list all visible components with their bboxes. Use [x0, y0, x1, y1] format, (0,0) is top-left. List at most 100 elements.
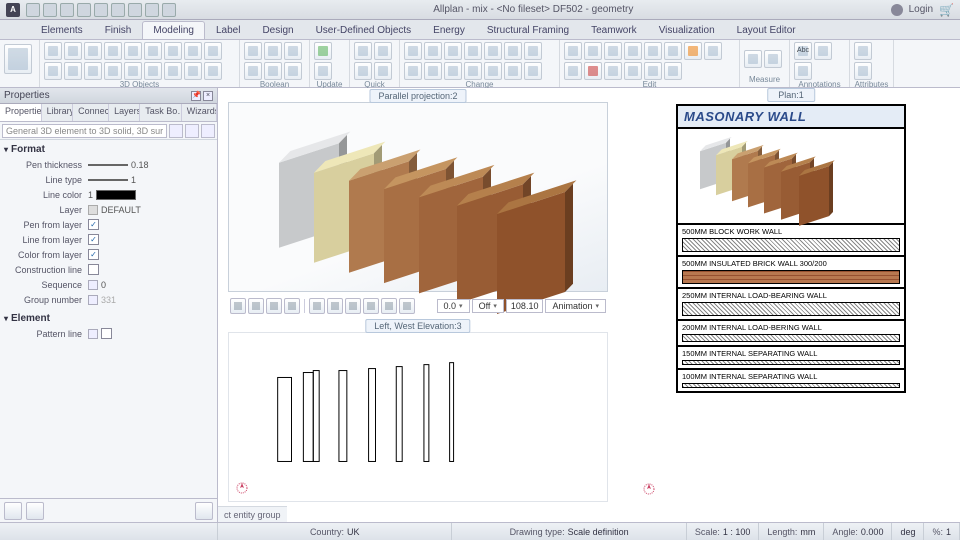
tb-walk-icon[interactable]: [309, 298, 325, 314]
login-link[interactable]: Login: [909, 4, 933, 15]
status-length[interactable]: mm: [800, 527, 815, 537]
user-avatar-icon[interactable]: [891, 4, 903, 16]
qat-new-icon[interactable]: [26, 3, 40, 17]
viewport-elevation-label[interactable]: Left, West Elevation:3: [365, 319, 470, 333]
cart-icon[interactable]: 🛒: [939, 3, 954, 17]
rb-chamfer-icon[interactable]: [504, 62, 522, 80]
rb-align-icon[interactable]: [524, 42, 542, 60]
rb-3dspline-icon[interactable]: [104, 62, 122, 80]
rb-e11-icon[interactable]: [604, 62, 622, 80]
chk-pen-from-layer[interactable]: ✓: [88, 219, 99, 230]
val-line-type[interactable]: 1: [131, 175, 136, 185]
rb-e7-icon[interactable]: [684, 42, 702, 60]
rb-measure-icon[interactable]: [744, 50, 762, 68]
tb-nav-icon[interactable]: [248, 298, 264, 314]
rb-box-icon[interactable]: [44, 42, 62, 60]
rb-offset-icon[interactable]: [424, 62, 442, 80]
palette-tab-library[interactable]: Library: [42, 104, 74, 121]
tb-val1[interactable]: 108.10: [506, 299, 544, 313]
val-pen-thickness[interactable]: 0.18: [131, 160, 149, 170]
rb-imprint-icon[interactable]: [264, 62, 282, 80]
rb-e4-icon[interactable]: [624, 42, 642, 60]
rb-e13-icon[interactable]: [644, 62, 662, 80]
status-angle-unit[interactable]: deg: [900, 527, 915, 537]
menu-tab-layout-editor[interactable]: Layout Editor: [726, 21, 807, 39]
elevation-wall-outline[interactable]: [424, 365, 429, 462]
rb-mirror-icon[interactable]: [464, 42, 482, 60]
pattern-icon[interactable]: [88, 329, 98, 339]
tb-zoomwin-icon[interactable]: [284, 298, 300, 314]
line-type-swatch[interactable]: [88, 179, 128, 181]
palette-tab-properties[interactable]: Properties: [0, 104, 42, 121]
qat-undo-icon[interactable]: [94, 3, 108, 17]
section-format[interactable]: Format: [4, 142, 213, 157]
viewport-3d[interactable]: Parallel projection:2: [228, 102, 608, 292]
palette-close-icon[interactable]: ×: [203, 91, 213, 101]
rb-refresh-icon[interactable]: [314, 62, 332, 80]
rb-update-icon[interactable]: [314, 42, 332, 60]
status-country[interactable]: UK: [347, 527, 360, 537]
qat-print-icon[interactable]: [77, 3, 91, 17]
rb-3dcircle-icon[interactable]: [64, 62, 82, 80]
rb-solid-icon[interactable]: [184, 62, 202, 80]
palette-tab-layers[interactable]: Layers: [109, 104, 140, 121]
qat-open-icon[interactable]: [43, 3, 57, 17]
rb-cone-icon[interactable]: [104, 42, 122, 60]
rb-note-icon[interactable]: [794, 62, 812, 80]
rb-union-icon[interactable]: [244, 42, 262, 60]
rb-e2-icon[interactable]: [584, 42, 602, 60]
rb-mesh-icon[interactable]: [164, 62, 182, 80]
elevation-wall-outline[interactable]: [339, 371, 347, 462]
rb-qa1-icon[interactable]: [354, 42, 372, 60]
rb-extrude-icon[interactable]: [124, 42, 142, 60]
qat-save-icon[interactable]: [60, 3, 74, 17]
menu-tab-elements[interactable]: Elements: [30, 21, 94, 39]
tb-val0[interactable]: 0.0: [437, 299, 470, 313]
tb-off[interactable]: Off: [472, 299, 504, 313]
elevation-wall-outline[interactable]: [369, 369, 376, 462]
section-element[interactable]: Element: [4, 311, 213, 326]
pen-thickness-swatch[interactable]: [88, 164, 128, 166]
palette-filter-input[interactable]: [2, 124, 167, 138]
palette-tab-taskbo[interactable]: Task Bo…: [140, 104, 182, 121]
rb-stretch-icon[interactable]: [504, 42, 522, 60]
rb-trim-icon[interactable]: [444, 62, 462, 80]
rb-convert-icon[interactable]: [144, 62, 162, 80]
pf-expand-icon[interactable]: [195, 502, 213, 520]
rb-extend-icon[interactable]: [464, 62, 482, 80]
pf-load-icon[interactable]: [4, 502, 22, 520]
rb-shell-icon[interactable]: [284, 62, 302, 80]
rb-subtract-icon[interactable]: [264, 42, 282, 60]
tb-zoom-icon[interactable]: [266, 298, 282, 314]
qat-copy-icon[interactable]: [128, 3, 142, 17]
status-angle[interactable]: 0.000: [861, 527, 884, 537]
rb-e8-icon[interactable]: [704, 42, 722, 60]
rb-sphere-icon[interactable]: [84, 42, 102, 60]
qat-paste-icon[interactable]: [145, 3, 159, 17]
rb-rotate-icon[interactable]: [444, 42, 462, 60]
val-line-color[interactable]: 1: [88, 190, 93, 200]
rb-break-icon[interactable]: [524, 62, 542, 80]
elevation-wall-outline[interactable]: [396, 367, 402, 462]
chk-color-from-layer[interactable]: ✓: [88, 249, 99, 260]
rb-attr-icon[interactable]: [854, 42, 872, 60]
tb-more-icon[interactable]: [399, 298, 415, 314]
tb-animation[interactable]: Animation: [545, 299, 606, 313]
rb-e14-icon[interactable]: [664, 62, 682, 80]
rb-3dpoly-icon[interactable]: [44, 62, 62, 80]
menu-tab-structural-framing[interactable]: Structural Framing: [476, 21, 580, 39]
val-sequence[interactable]: 0: [101, 280, 106, 290]
chk-line-from-layer[interactable]: ✓: [88, 234, 99, 245]
rb-sweep-icon[interactable]: [144, 42, 162, 60]
filter-funnel-icon[interactable]: [185, 124, 199, 138]
rb-fillet-icon[interactable]: [484, 62, 502, 80]
rb-measure2-icon[interactable]: [764, 50, 782, 68]
menu-tab-energy[interactable]: Energy: [422, 21, 476, 39]
elevation-wall-outline[interactable]: [278, 377, 292, 461]
rb-delete-icon[interactable]: [584, 62, 602, 80]
rb-slice-icon[interactable]: [244, 62, 262, 80]
rb-e5-icon[interactable]: [644, 42, 662, 60]
rb-intersect-icon[interactable]: [284, 42, 302, 60]
rb-scale-icon[interactable]: [484, 42, 502, 60]
viewport-elevation[interactable]: Left, West Elevation:3: [228, 332, 608, 502]
